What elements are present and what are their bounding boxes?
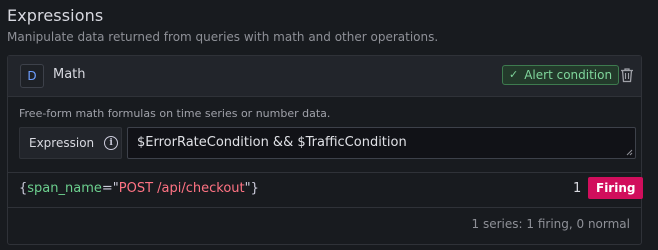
ref-id-badge[interactable]: D	[20, 64, 44, 88]
expression-type-name: Math	[53, 67, 86, 82]
alert-condition-label: Alert condition	[524, 68, 613, 82]
section-title: Expressions	[7, 6, 104, 25]
expression-input[interactable]: $ErrorRateCondition && $TrafficCondition	[127, 127, 636, 159]
expression-field-label: Expression i	[19, 127, 122, 159]
expression-card-header: D Math ✓ Alert condition	[8, 56, 641, 97]
expression-card: D Math ✓ Alert condition Free-form math …	[7, 55, 644, 245]
labels-close: "}	[244, 181, 259, 196]
trash-icon[interactable]	[620, 67, 634, 83]
firing-state-badge: Firing	[588, 177, 644, 199]
label-key: span_name	[27, 181, 102, 196]
section-subtitle: Manipulate data returned from queries wi…	[7, 30, 439, 44]
resize-handle-icon[interactable]	[626, 149, 633, 156]
info-icon[interactable]: i	[104, 136, 119, 150]
check-icon: ✓	[509, 68, 519, 81]
result-series-row: {span_name="POST /api/checkout"} 1 Firin…	[8, 173, 644, 207]
series-labels: {span_name="POST /api/checkout"}	[19, 181, 259, 196]
divider	[8, 207, 641, 208]
series-summary: 1 series: 1 firing, 0 normal	[471, 217, 630, 231]
label-value: POST /api/checkout	[118, 181, 245, 196]
alert-condition-button[interactable]: ✓ Alert condition	[502, 65, 620, 85]
expression-description: Free-form math formulas on time series o…	[19, 107, 331, 120]
expression-input-value: $ErrorRateCondition && $TrafficCondition	[137, 135, 407, 150]
labels-equals: ="	[101, 181, 119, 196]
expression-label-text: Expression	[29, 136, 95, 150]
series-value: 1	[573, 181, 582, 196]
